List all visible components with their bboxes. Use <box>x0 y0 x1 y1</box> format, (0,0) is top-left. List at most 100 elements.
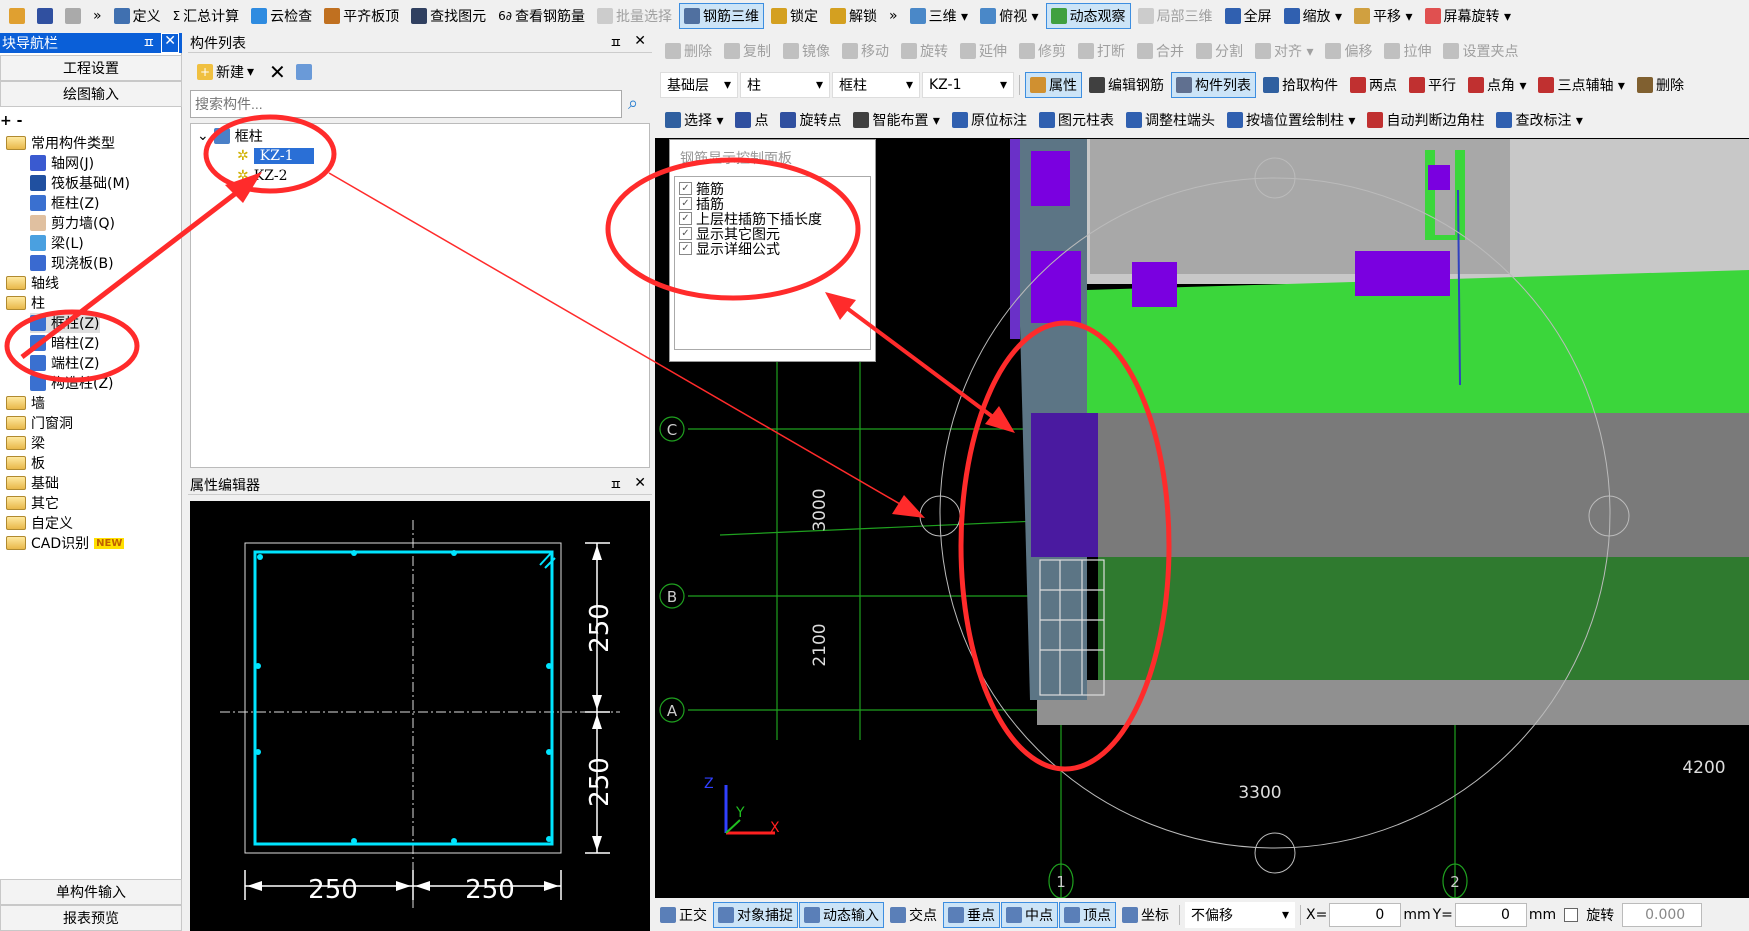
offset-button[interactable]: 偏移 <box>1320 38 1377 64</box>
rotate-button[interactable]: 旋转 <box>896 38 953 64</box>
more-button[interactable]: » <box>88 3 107 29</box>
top-view-button[interactable]: 俯视 ▾ <box>975 3 1043 29</box>
close-icon[interactable]: ✕ <box>634 475 646 495</box>
tree-root[interactable]: ⌄ 框柱 <box>197 126 263 146</box>
nav-tree-item[interactable]: 其它 <box>6 493 59 513</box>
edit-rebar-button[interactable]: 编辑钢筋 <box>1084 72 1169 98</box>
nav-tree-item[interactable]: 常用构件类型 <box>6 133 115 153</box>
intersection-toggle[interactable]: 交点 <box>885 902 942 928</box>
nav-tree-item[interactable]: 板 <box>6 453 45 473</box>
adjust-column-end-button[interactable]: 调整柱端头 <box>1121 107 1220 133</box>
nav-tree-item[interactable]: 轴网(J) <box>30 153 94 173</box>
component-item-kz-1[interactable]: ✲ KZ-1 <box>237 146 314 166</box>
delete-button[interactable]: 删除 <box>660 38 717 64</box>
lock-button[interactable]: 锁定 <box>766 3 823 29</box>
point-button[interactable]: 点 <box>730 107 773 133</box>
trim-button[interactable]: 修剪 <box>1014 38 1071 64</box>
checkbox[interactable]: ✓ <box>679 212 692 225</box>
mirror-button[interactable]: 镜像 <box>778 38 835 64</box>
ortho-toggle[interactable]: 正交 <box>655 902 712 928</box>
vertex-toggle[interactable]: 顶点 <box>1059 902 1116 928</box>
drawing-input-button[interactable]: 绘图输入 <box>0 81 182 107</box>
nav-tree-item[interactable]: 梁 <box>6 433 45 453</box>
category-select[interactable]: 柱 ▾ <box>740 72 830 98</box>
project-settings-button[interactable]: 工程设置 <box>0 55 182 81</box>
auto-corner-column-button[interactable]: 自动判断边角柱 <box>1362 107 1489 133</box>
zoom-extents-button[interactable]: 全屏 <box>1220 3 1277 29</box>
checkbox[interactable]: ✓ <box>679 227 692 240</box>
smart-layout-button[interactable]: 智能布置 ▾ <box>848 107 944 133</box>
copy-button[interactable]: 复制 <box>719 38 776 64</box>
nav-tree-item[interactable]: 构造柱(Z) <box>30 373 114 393</box>
draw-column-by-wall-button[interactable]: 按墙位置绘制柱 ▾ <box>1222 107 1360 133</box>
pin-icon[interactable]: ㅍ <box>142 33 155 53</box>
offset-mode-select[interactable]: 不偏移 ▾ <box>1185 902 1295 928</box>
batch-select-button[interactable]: 批量选择 <box>592 3 677 29</box>
rotate-point-button[interactable]: 旋转点 <box>775 107 846 133</box>
binoculars-button[interactable]: 查找图元 <box>406 3 491 29</box>
nav-tree-item[interactable]: 梁(L) <box>30 233 84 253</box>
close-icon[interactable]: ✕ <box>634 33 646 53</box>
nav-tree-item[interactable]: 暗柱(Z) <box>30 333 100 353</box>
undo-button[interactable] <box>60 3 86 29</box>
y-coordinate-input[interactable]: 0 <box>1454 903 1527 927</box>
checkbox[interactable]: ✓ <box>679 197 692 210</box>
save-button[interactable] <box>32 3 58 29</box>
screen-rotate-button[interactable]: 屏幕旋转 ▾ <box>1420 3 1516 29</box>
three-point-axis-button[interactable]: 三点辅轴 ▾ <box>1533 72 1629 98</box>
align-button[interactable]: 对齐 ▾ <box>1250 38 1318 64</box>
parallel-axis-button[interactable]: 平行 <box>1404 72 1461 98</box>
open-folder-button[interactable] <box>4 3 30 29</box>
dynamic-input-toggle[interactable]: 动态输入 <box>799 902 884 928</box>
split-button[interactable]: 分割 <box>1191 38 1248 64</box>
nav-tree-item[interactable]: 基础 <box>6 473 59 493</box>
stretch-button[interactable]: 拉伸 <box>1379 38 1436 64</box>
delete-icon[interactable]: ✕ <box>269 60 286 84</box>
column-table-button[interactable]: 图元柱表 <box>1034 107 1119 133</box>
nav-tree-item[interactable]: CAD识别 NEW <box>6 533 125 553</box>
pin-icon[interactable]: ㅍ <box>609 475 622 495</box>
x-coordinate-input[interactable]: 0 <box>1329 903 1402 927</box>
search-icon[interactable]: ⌕ <box>628 93 638 114</box>
orbit-button[interactable]: 动态观察 <box>1045 3 1131 29</box>
rebar-3d-button[interactable]: 钢筋三维 <box>679 3 765 29</box>
check-label-button[interactable]: 查改标注 ▾ <box>1491 107 1587 133</box>
align-slab-button[interactable]: 平齐板顶 <box>319 3 404 29</box>
break-button[interactable]: 打断 <box>1073 38 1130 64</box>
nav-tree-item[interactable]: 门窗洞 <box>6 413 73 433</box>
nav-tree-item[interactable]: 自定义 <box>6 513 73 533</box>
grip-point-button[interactable]: 设置夹点 <box>1438 38 1523 64</box>
perpendicular-toggle[interactable]: 垂点 <box>943 902 1000 928</box>
search-input[interactable] <box>190 90 622 118</box>
delete-axis-button[interactable]: 删除 <box>1632 72 1689 98</box>
properties-button[interactable]: 属性 <box>1025 72 1082 98</box>
checkbox[interactable]: ✓ <box>679 182 692 195</box>
single-component-input-button[interactable]: 单构件输入 <box>0 879 182 905</box>
pan-hand-button[interactable]: 平移 ▾ <box>1349 3 1417 29</box>
cloud-check-button[interactable]: 云检查 <box>246 3 317 29</box>
floor-select[interactable]: 基础层 ▾ <box>660 72 738 98</box>
component-list-button[interactable]: 构件列表 <box>1171 72 1256 98</box>
eyedropper-button[interactable]: 拾取构件 <box>1258 72 1343 98</box>
cube-3d-button[interactable]: 三维 ▾ <box>905 3 973 29</box>
midpoint-toggle[interactable]: 中点 <box>1001 902 1058 928</box>
rebar-quantity-button[interactable]: 6∂ 查看钢筋量 <box>493 3 590 29</box>
merge-button[interactable]: 合并 <box>1132 38 1189 64</box>
point-angle-button[interactable]: 点角 ▾ <box>1463 72 1531 98</box>
report-preview-button[interactable]: 报表预览 <box>0 905 182 931</box>
two-point-axis-button[interactable]: 两点 <box>1345 72 1402 98</box>
checkbox[interactable]: ✓ <box>679 242 692 255</box>
partial-3d-button[interactable]: 局部三维 <box>1133 3 1218 29</box>
expand-collapse-icon[interactable]: + - <box>0 113 22 129</box>
define-button[interactable]: 定义 <box>109 3 166 29</box>
nav-tree-item[interactable]: 墙 <box>6 393 45 413</box>
component-select[interactable]: KZ-1 ▾ <box>922 72 1014 98</box>
pin-icon[interactable]: ㅍ <box>609 33 622 53</box>
nav-tree-item[interactable]: 柱 <box>6 293 45 313</box>
nav-tree-item[interactable]: 筏板基础(M) <box>30 173 130 193</box>
coordinate-toggle[interactable]: 坐标 <box>1117 902 1174 928</box>
rebar-option[interactable]: ✓ 显示详细公式 <box>679 241 866 258</box>
component-item-kz-2[interactable]: ✲ KZ-2 <box>237 166 288 186</box>
new-component-button[interactable]: + 新建 ▾ <box>192 59 259 85</box>
nav-tree-item[interactable]: 框柱(Z) <box>30 193 100 213</box>
